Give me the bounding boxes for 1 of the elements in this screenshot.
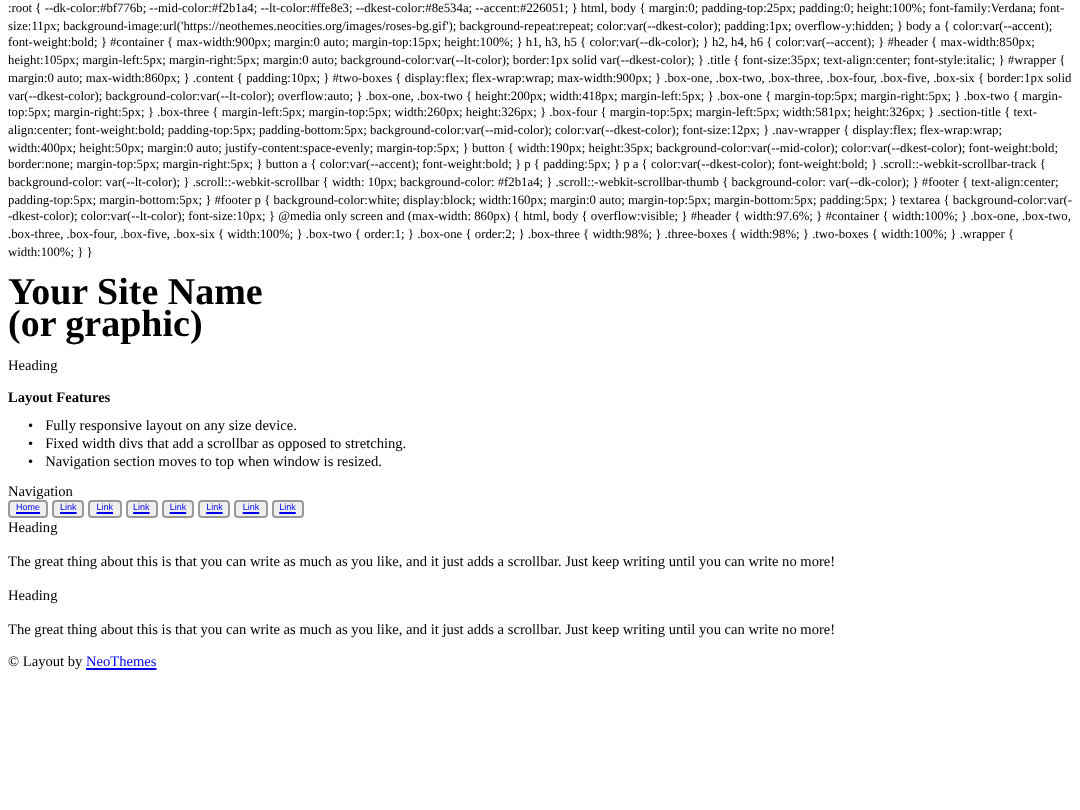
site-title: Your Site Name (or graphic) [8, 277, 265, 342]
